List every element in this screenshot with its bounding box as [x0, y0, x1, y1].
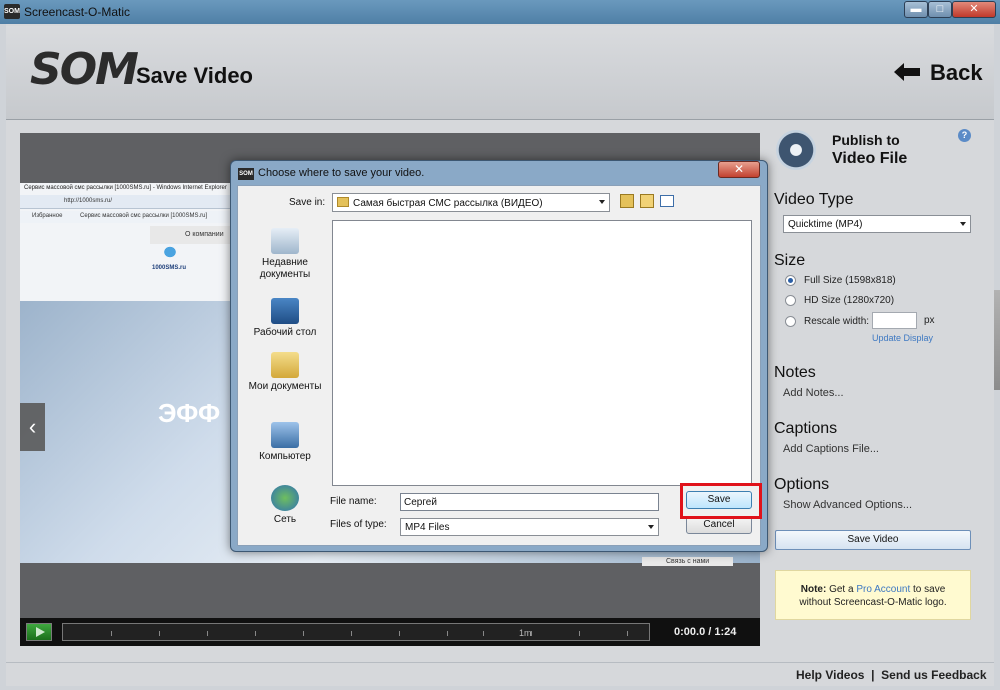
play-icon[interactable] — [26, 623, 52, 641]
window-title: Screencast-O-Matic — [24, 5, 131, 19]
window-edge — [994, 290, 1000, 390]
som-logo: SOM — [30, 40, 139, 102]
back-arrow-icon[interactable] — [892, 62, 922, 82]
size-title: Size — [774, 252, 806, 269]
recent-docs-icon — [271, 228, 299, 254]
film-reel-icon — [776, 130, 816, 170]
notes-title: Notes — [774, 364, 816, 381]
chevron-down-icon — [599, 200, 605, 204]
up-folder-icon[interactable] — [620, 194, 634, 208]
window-titlebar: SOM Screencast-O-Matic ▬ □ ✕ — [0, 0, 1000, 24]
options-title: Options — [774, 476, 830, 493]
full-size-label: Full Size (1598x818) — [804, 275, 896, 286]
file-name-label: File name: — [330, 496, 377, 507]
time-readout: 0:00.0 / 1:24 — [674, 626, 737, 638]
dialog-close-button[interactable]: ✕ — [718, 161, 760, 178]
header: SOM Save Video — [6, 26, 994, 120]
file-list[interactable] — [332, 220, 752, 486]
save-video-button[interactable]: Save Video — [775, 530, 971, 550]
video-type-title: Video Type — [774, 191, 854, 208]
dialog-title: Choose where to save your video. — [258, 167, 425, 179]
back-button[interactable]: Back — [930, 60, 983, 86]
app-icon: SOM — [4, 4, 20, 19]
new-folder-icon[interactable] — [640, 194, 654, 208]
rescale-radio[interactable] — [785, 316, 796, 327]
footer-links[interactable]: Help Videos | Send us Feedback — [796, 668, 987, 682]
hd-size-radio[interactable] — [785, 295, 796, 306]
file-name-input[interactable]: Сергей — [400, 493, 659, 511]
desktop-icon — [271, 298, 299, 324]
browser-title: Сервис массовой смс рассылки [1000SMS.ru… — [24, 185, 227, 191]
file-type-label: Files of type: — [330, 519, 387, 530]
publish-subheading: Video File — [832, 150, 908, 167]
page-title: Save Video — [136, 63, 253, 88]
timeline-scrubber[interactable]: 1m — [62, 623, 650, 641]
hd-size-label: HD Size (1280x720) — [804, 295, 895, 306]
dialog-nav-icons — [620, 194, 690, 210]
add-captions-link[interactable]: Add Captions File... — [783, 443, 879, 455]
help-icon[interactable]: ? — [958, 129, 971, 142]
pro-note: Note: Get a Pro Account to save without … — [775, 570, 971, 620]
place-desktop[interactable]: Рабочий стол — [242, 298, 328, 339]
rescale-width-input[interactable] — [872, 312, 917, 329]
minimize-button[interactable]: ▬ — [904, 1, 928, 18]
timeline-tick-label: 1m — [519, 628, 532, 638]
place-network[interactable]: Сеть — [242, 485, 328, 526]
folder-icon — [337, 197, 349, 207]
save-highlight-box — [680, 483, 762, 519]
file-type-select[interactable]: MP4 Files — [400, 518, 659, 536]
save-in-label: Save in: — [289, 197, 326, 208]
places-bar: Недавние документы Рабочий стол Мои доку… — [242, 220, 328, 540]
computer-icon — [271, 422, 299, 448]
advanced-options-link[interactable]: Show Advanced Options... — [783, 499, 912, 511]
player-controls: 1m 0:00.0 / 1:24 — [20, 618, 760, 646]
site-contact-link: Связь с нами — [642, 557, 734, 566]
slider-prev-icon: ‹ — [20, 403, 45, 451]
chevron-down-icon — [960, 222, 966, 226]
add-notes-link[interactable]: Add Notes... — [783, 387, 844, 399]
dialog-app-icon: SOM — [238, 168, 254, 180]
update-display-link[interactable]: Update Display — [872, 333, 933, 343]
save-in-select[interactable]: Самая быстрая СМС рассылка (ВИДЕО) — [332, 193, 610, 212]
hero-text: ЭФФ — [158, 398, 221, 428]
video-type-select[interactable]: Quicktime (MP4) — [783, 215, 971, 233]
rescale-label: Rescale width: — [804, 316, 870, 327]
place-documents[interactable]: Мои документы — [242, 352, 328, 393]
captions-title: Captions — [774, 420, 838, 437]
network-globe-icon — [271, 485, 299, 511]
place-computer[interactable]: Компьютер — [242, 422, 328, 463]
close-window-button[interactable]: ✕ — [952, 1, 996, 18]
documents-folder-icon — [271, 352, 299, 378]
publish-heading: Publish to — [832, 132, 900, 148]
px-label: px — [924, 315, 935, 326]
pro-account-link[interactable]: Pro Account — [856, 584, 910, 595]
view-menu-icon[interactable] — [660, 195, 674, 207]
chevron-down-icon — [648, 525, 654, 529]
maximize-button[interactable]: □ — [928, 1, 952, 18]
full-size-radio[interactable] — [785, 275, 796, 286]
place-recent[interactable]: Недавние документы — [242, 228, 328, 281]
